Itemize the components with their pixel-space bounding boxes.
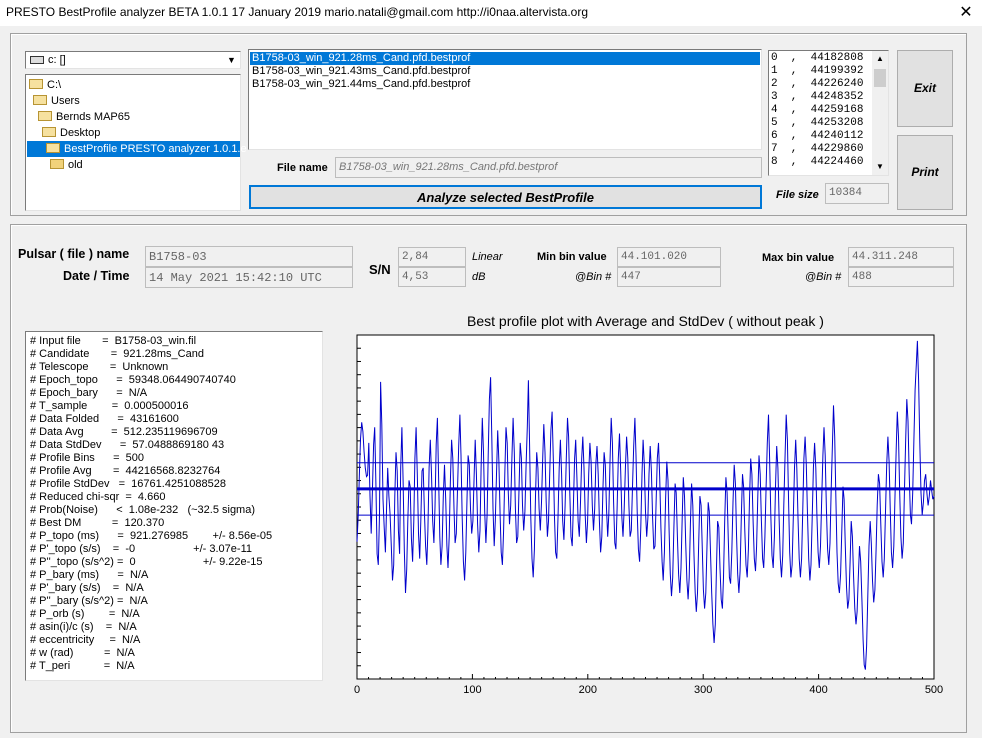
bin-value-row: 4 , 44259168	[771, 104, 864, 116]
folder-open-icon	[42, 127, 56, 137]
bin-value-row: 2 , 44226240	[771, 78, 864, 90]
x-tick-label: 300	[694, 684, 712, 696]
min-bin-label: Min bin value	[537, 251, 607, 263]
folder-open-icon	[29, 79, 43, 89]
bin-value-row: 1 , 44199392	[771, 65, 864, 77]
sn-db-label: dB	[472, 271, 486, 283]
close-button[interactable]: ✕	[950, 0, 982, 26]
file-list-item[interactable]: B1758-03_win_921.43ms_Cand.pfd.bestprof	[250, 65, 760, 78]
max-bin-value-field: 44.311.248	[848, 247, 954, 267]
info-line: # Input file = B1758-03_win.fil	[30, 335, 197, 347]
bin-value-row: 8 , 44224460	[771, 156, 864, 168]
folder-item[interactable]: Bernds MAP65	[38, 109, 130, 125]
bin-value-row: 6 , 44240112	[771, 130, 864, 142]
info-line: # Reduced chi-sqr = 4.660	[30, 491, 166, 503]
title-bar: PRESTO BestProfile analyzer BETA 1.0.1 1…	[0, 0, 982, 26]
pulsar-name-label: Pulsar ( file ) name	[18, 247, 130, 261]
drive-icon	[30, 56, 44, 64]
sn-label: S/N	[369, 262, 391, 277]
scroll-down-icon[interactable]: ▼	[872, 159, 888, 175]
bin-values-list[interactable]: 0 , 44182808 1 , 44199392 2 , 44226240 3…	[768, 50, 889, 176]
info-line: # P''_topo (s/s^2) = 0 +/- 9.22e-15	[30, 556, 263, 568]
info-line: # w (rad) = N/A	[30, 647, 135, 659]
folder-item[interactable]: Desktop	[42, 125, 100, 141]
folder-item-selected[interactable]: BestProfile PRESTO analyzer 1.0.1.e	[27, 141, 247, 157]
info-line: # Epoch_bary = N/A	[30, 387, 148, 399]
info-line: # eccentricity = N/A	[30, 634, 141, 646]
folder-item[interactable]: Users	[33, 93, 80, 109]
file-size-label: File size	[776, 189, 819, 201]
x-tick-label: 200	[579, 684, 597, 696]
max-bin-index-label: @Bin #	[805, 271, 842, 283]
folder-list[interactable]: C:\ Users Bernds MAP65 Desktop BestProfi…	[25, 74, 247, 211]
file-name-field[interactable]: B1758-03_win_921.28ms_Cand.pfd.bestprof	[335, 157, 762, 178]
info-line: # Profile Bins = 500	[30, 452, 145, 464]
file-name-label: File name	[277, 162, 328, 174]
info-line: # Telescope = Unknown	[30, 361, 169, 373]
scroll-up-icon[interactable]: ▲	[872, 51, 888, 67]
print-button[interactable]: Print	[897, 135, 953, 210]
exit-button[interactable]: Exit	[897, 50, 953, 127]
min-bin-index-label: @Bin #	[575, 271, 612, 283]
profile-chart: 0 100 200 300 400 500	[354, 334, 943, 696]
min-bin-value-field: 44.101.020	[617, 247, 721, 267]
chevron-down-icon[interactable]: ▼	[224, 53, 239, 67]
folder-icon	[50, 159, 64, 169]
info-line: # P'_topo (s/s) = -0 +/- 3.07e-11	[30, 543, 252, 555]
bin-value-row: 5 , 44253208	[771, 117, 864, 129]
info-line: # Data Folded = 43161600	[30, 413, 179, 425]
info-line: # Profile StdDev = 16761.4251088528	[30, 478, 227, 490]
min-bin-index-field: 447	[617, 267, 721, 287]
file-list-item[interactable]: B1758-03_win_921.28ms_Cand.pfd.bestprof	[250, 52, 760, 65]
folder-item[interactable]: old	[50, 157, 83, 173]
max-bin-label: Max bin value	[762, 252, 835, 264]
window-title: PRESTO BestProfile analyzer BETA 1.0.1 1…	[6, 5, 589, 19]
file-list-item[interactable]: B1758-03_win_921.44ms_Cand.pfd.bestprof	[250, 78, 760, 91]
info-line: # T_sample = 0.000500016	[30, 400, 189, 412]
max-bin-index-field: 488	[848, 267, 954, 287]
scrollbar[interactable]: ▲ ▼	[872, 51, 888, 175]
info-line: # Best DM = 120.370	[30, 517, 165, 529]
drive-value: c: []	[48, 54, 66, 66]
pulsar-name-field: B1758-03	[145, 246, 353, 267]
bin-value-row: 7 , 44229860	[771, 143, 864, 155]
analyze-button[interactable]: Analyze selected BestProfile	[249, 185, 762, 209]
info-line: # Candidate = 921.28ms_Cand	[30, 348, 204, 360]
x-tick-label: 100	[463, 684, 481, 696]
info-line: # P''_bary (s/s^2) = N/A	[30, 595, 148, 607]
file-list[interactable]: B1758-03_win_921.28ms_Cand.pfd.bestprof …	[248, 49, 762, 150]
info-line: # P_orb (s) = N/A	[30, 608, 140, 620]
x-tick-label: 0	[354, 684, 360, 696]
info-line: # Epoch_topo = 59348.064490740740	[30, 374, 236, 386]
info-line: # Data Avg = 512.235119696709	[30, 426, 218, 438]
folder-item[interactable]: C:\	[29, 77, 61, 93]
info-line: # P_topo (ms) = 921.276985 +/- 8.56e-05	[30, 530, 273, 542]
info-line: # T_peri = N/A	[30, 660, 135, 672]
info-line: # Prob(Noise) < 1.08e-232 (~32.5 sigma)	[30, 504, 256, 516]
info-line: # P_bary (ms) = N/A	[30, 569, 149, 581]
bestprof-info-box: # Input file = B1758-03_win.fil # Candida…	[25, 331, 323, 681]
bin-value-row: 0 , 44182808	[771, 52, 864, 64]
folder-open-icon	[33, 95, 47, 105]
info-lines: # Input file = B1758-03_win.fil # Candida…	[30, 335, 322, 673]
scroll-thumb[interactable]	[874, 69, 886, 87]
x-tick-label: 400	[809, 684, 827, 696]
info-line: # asin(i)/c (s) = N/A	[30, 621, 137, 633]
file-size-field: 10384	[825, 183, 889, 204]
bin-value-row: 3 , 44248352	[771, 91, 864, 103]
date-time-label: Date / Time	[63, 269, 130, 283]
sn-linear-field: 2,84	[398, 247, 466, 267]
info-line: # Profile Avg = 44216568.8232764	[30, 465, 221, 477]
x-tick-label: 500	[925, 684, 943, 696]
info-line: # P'_bary (s/s) = N/A	[30, 582, 144, 594]
sn-linear-label: Linear	[472, 251, 503, 263]
date-time-field: 14 May 2021 15:42:10 UTC	[145, 267, 353, 288]
info-line: # Data StdDev = 57.0488869180 43	[30, 439, 225, 451]
drive-select[interactable]: c: [] ▼	[25, 51, 241, 69]
folder-open-icon	[38, 111, 52, 121]
chart-title: Best profile plot with Average and StdDe…	[467, 313, 824, 329]
folder-open-icon	[46, 143, 60, 153]
sn-db-field: 4,53	[398, 267, 466, 287]
